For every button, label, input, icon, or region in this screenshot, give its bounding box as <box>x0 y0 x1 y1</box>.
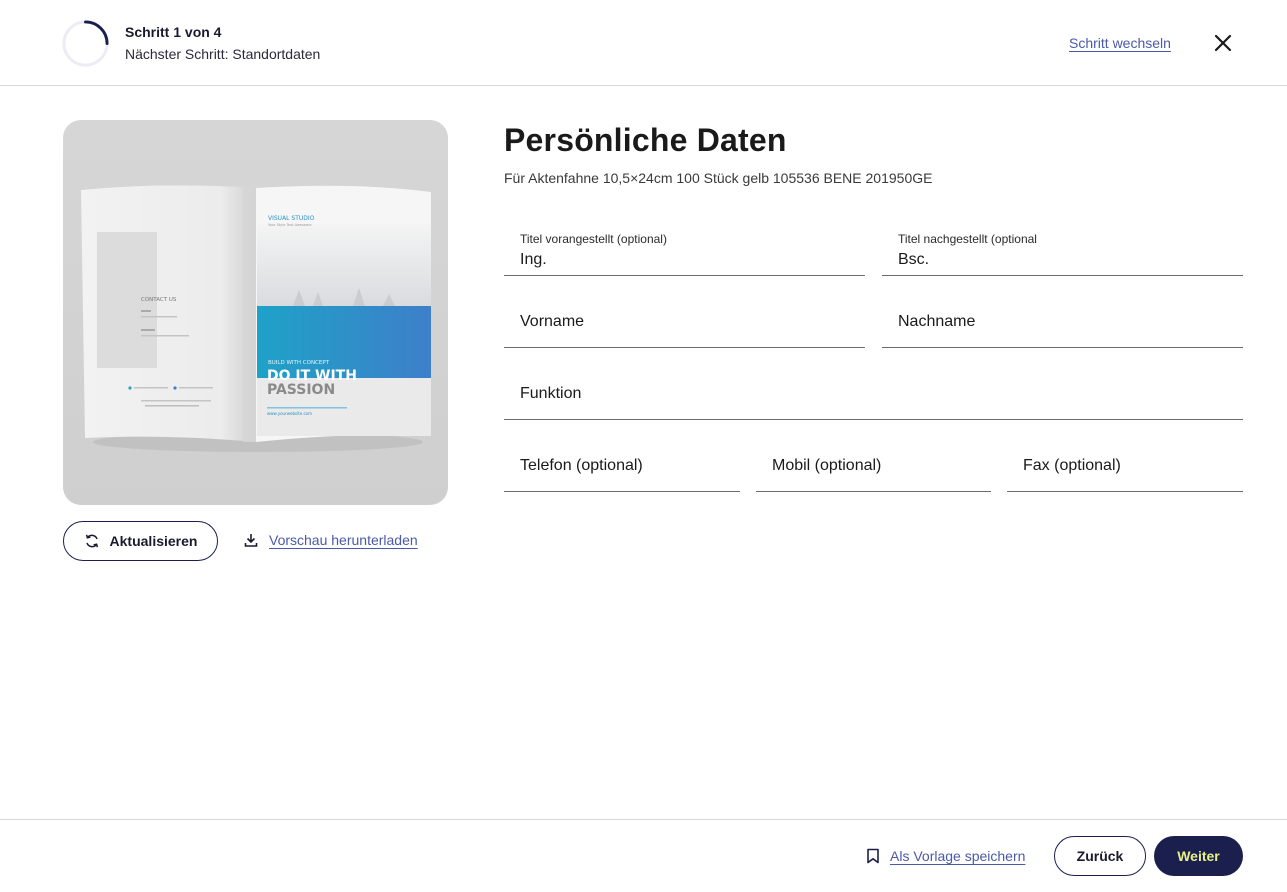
title-suffix-label: Titel nachgestellt (optional <box>898 232 1037 246</box>
close-icon <box>1214 34 1232 52</box>
fax-placeholder: Fax (optional) <box>1023 456 1121 474</box>
download-icon <box>244 534 258 547</box>
title-prefix-label: Titel vorangestellt (optional) <box>520 232 667 246</box>
refresh-button-label: Aktualisieren <box>109 533 198 549</box>
last-name-field[interactable]: Nachname <box>882 296 1243 348</box>
title-prefix-field[interactable]: Titel vorangestellt (optional) Ing. <box>504 224 865 276</box>
step-title: Schritt 1 von 4 <box>125 24 222 40</box>
next-button[interactable]: Weiter <box>1154 836 1243 876</box>
form-subtitle: Für Aktenfahne 10,5×24cm 100 Stück gelb … <box>504 170 933 186</box>
refresh-button[interactable]: Aktualisieren <box>63 521 218 561</box>
brochure-preview-image: CONTACT US VISUAL STUDIO Your Style Text… <box>81 185 431 452</box>
refresh-icon <box>85 534 98 548</box>
brochure-tagline-text: BUILD WITH CONCEPT <box>268 360 330 366</box>
mobile-placeholder: Mobil (optional) <box>772 456 882 474</box>
back-button[interactable]: Zurück <box>1054 836 1146 876</box>
mobile-field[interactable]: Mobil (optional) <box>756 440 991 492</box>
brochure-url-text: www.yourwebsite.com <box>267 411 312 416</box>
title-prefix-value: Ing. <box>520 251 547 268</box>
function-field[interactable]: Funktion <box>504 368 1243 420</box>
brochure-contact-text: CONTACT US <box>141 297 177 303</box>
bookmark-icon <box>867 848 879 864</box>
form-title: Persönliche Daten <box>504 122 787 158</box>
wizard-header: Schritt 1 von 4 Nächster Schritt: Stando… <box>0 0 1287 86</box>
save-template-link[interactable]: Als Vorlage speichern <box>866 848 1025 864</box>
save-template-label: Als Vorlage speichern <box>890 848 1026 864</box>
first-name-placeholder: Vorname <box>520 312 585 330</box>
last-name-placeholder: Nachname <box>898 312 976 330</box>
brochure-brand-sub-text: Your Style Text Awesome <box>268 223 311 227</box>
function-placeholder: Funktion <box>520 384 582 402</box>
title-suffix-field[interactable]: Titel nachgestellt (optional Bsc. <box>882 224 1243 276</box>
title-suffix-value: Bsc. <box>898 251 930 268</box>
fax-field[interactable]: Fax (optional) <box>1007 440 1243 492</box>
next-step-label: Nächster Schritt: Standortdaten <box>125 46 321 62</box>
step-progress-ring <box>62 20 109 67</box>
download-preview-link[interactable]: Vorschau herunterladen <box>243 532 418 548</box>
phone-field[interactable]: Telefon (optional) <box>504 440 740 492</box>
phone-placeholder: Telefon (optional) <box>520 456 643 474</box>
switch-step-link[interactable]: Schritt wechseln <box>1069 35 1171 51</box>
first-name-field[interactable]: Vorname <box>504 296 865 348</box>
brochure-brand-text: VISUAL STUDIO <box>268 215 315 222</box>
download-preview-label: Vorschau herunterladen <box>269 532 418 548</box>
product-preview: CONTACT US VISUAL STUDIO Your Style Text… <box>63 120 448 505</box>
close-button[interactable] <box>1211 31 1235 55</box>
brochure-headline-2: PASSION <box>267 382 335 398</box>
